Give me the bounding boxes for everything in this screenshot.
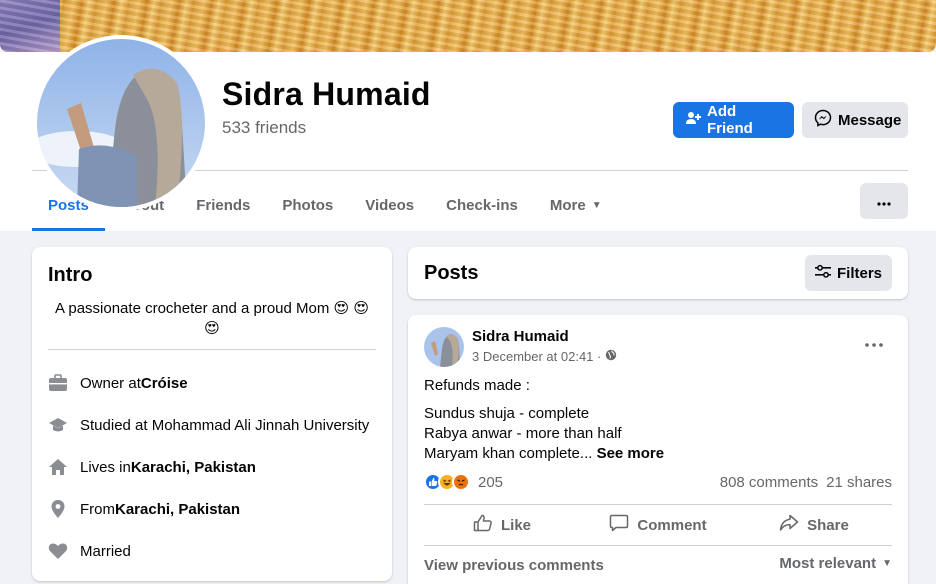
location-pin-icon bbox=[48, 499, 68, 519]
comment-bubble-icon bbox=[609, 514, 629, 536]
tab-friends-label: Friends bbox=[196, 196, 251, 214]
post-line-text: Maryam khan complete... bbox=[424, 445, 593, 462]
view-previous-comments-link[interactable]: View previous comments bbox=[424, 557, 604, 574]
post-author-avatar[interactable] bbox=[424, 327, 464, 367]
tab-videos[interactable]: Videos bbox=[349, 179, 430, 231]
profile-avatar[interactable] bbox=[33, 35, 209, 211]
posts-header-card: Posts Filters bbox=[408, 247, 908, 299]
post-author-name[interactable]: Sidra Humaid bbox=[472, 328, 569, 345]
profile-header: Sidra Humaid 533 friends Add Friend Mess… bbox=[0, 35, 936, 231]
posts-title: Posts bbox=[424, 262, 479, 284]
post-options-button[interactable] bbox=[862, 337, 886, 353]
post-actions-divider-bottom bbox=[424, 545, 892, 546]
shares-count[interactable]: 21 shares bbox=[826, 474, 892, 491]
post-line: Rabya anwar - more than half bbox=[424, 425, 622, 442]
angry-reaction-icon bbox=[452, 473, 470, 491]
post-stats: 808 comments 21 shares bbox=[720, 474, 892, 491]
post-line-last: Maryam khan complete... See more bbox=[424, 444, 664, 464]
intro-item-relationship-text: Married bbox=[80, 542, 131, 560]
profile-name: Sidra Humaid bbox=[222, 76, 431, 112]
filters-button[interactable]: Filters bbox=[805, 255, 892, 291]
add-friend-icon bbox=[685, 110, 701, 130]
post-body: Refunds made : Sundus shuja - complete R… bbox=[424, 376, 664, 464]
share-arrow-icon bbox=[779, 514, 799, 536]
reaction-count: 205 bbox=[478, 473, 504, 491]
reactions-summary[interactable]: 205 bbox=[424, 473, 503, 491]
comment-button[interactable]: Comment bbox=[580, 508, 736, 542]
filters-label: Filters bbox=[836, 264, 882, 282]
heart-icon bbox=[48, 541, 68, 561]
post-card: Sidra Humaid 3 December at 02:41 · Refun… bbox=[408, 315, 908, 584]
intro-item-education-text: Studied at Mohammad Ali Jinnah Universit… bbox=[80, 416, 370, 434]
post-line: Sundus shuja - complete bbox=[424, 405, 590, 422]
caret-down-icon: ▼ bbox=[882, 558, 892, 569]
message-label: Message bbox=[838, 111, 902, 129]
intro-card: Intro A passionate crocheter and a proud… bbox=[32, 247, 392, 581]
cover-photo-corner bbox=[0, 0, 60, 52]
tab-check-ins[interactable]: Check-ins bbox=[430, 179, 534, 231]
intro-bio: A passionate crocheter and a proud Mom 😍… bbox=[48, 299, 376, 339]
more-options-button[interactable] bbox=[860, 183, 908, 219]
intro-item-education: Studied at Mohammad Ali Jinnah Universit… bbox=[48, 415, 369, 435]
tab-photos[interactable]: Photos bbox=[266, 179, 349, 231]
ellipsis-icon bbox=[862, 340, 886, 357]
intro-item-from: From Karachi, Pakistan bbox=[48, 499, 240, 519]
comment-sort-label: Most relevant bbox=[779, 555, 877, 572]
intro-bio-text: A passionate crocheter and a proud Mom bbox=[55, 300, 330, 317]
friends-count[interactable]: 533 friends bbox=[222, 118, 306, 138]
intro-item-from-link[interactable]: Karachi, Pakistan bbox=[115, 501, 240, 518]
intro-divider bbox=[48, 349, 376, 350]
intro-item-work: Owner at Cróise bbox=[48, 373, 188, 393]
messenger-icon bbox=[814, 109, 832, 131]
tab-more[interactable]: More ▼ bbox=[534, 179, 618, 231]
comment-sort-dropdown[interactable]: Most relevant ▼ bbox=[779, 555, 892, 572]
tab-friends[interactable]: Friends bbox=[180, 179, 266, 231]
add-friend-label: Add Friend bbox=[707, 103, 753, 137]
tab-more-label: More bbox=[549, 196, 586, 214]
intro-item-work-link[interactable]: Cróise bbox=[141, 375, 188, 392]
intro-item-work-prefix: Owner at bbox=[80, 374, 141, 392]
comment-label: Comment bbox=[637, 516, 707, 534]
filters-icon bbox=[814, 264, 831, 282]
intro-item-relationship: Married bbox=[48, 541, 131, 561]
intro-item-from-prefix: From bbox=[80, 500, 115, 518]
post-meta: 3 December at 02:41 · bbox=[472, 349, 617, 364]
tab-check-ins-label: Check-ins bbox=[446, 196, 518, 214]
thumbs-up-icon bbox=[473, 514, 493, 536]
globe-icon bbox=[605, 349, 617, 364]
tab-photos-label: Photos bbox=[282, 196, 334, 214]
briefcase-icon bbox=[48, 373, 68, 393]
tab-videos-label: Videos bbox=[365, 196, 415, 214]
comments-count[interactable]: 808 comments bbox=[720, 474, 818, 491]
message-button[interactable]: Message bbox=[802, 102, 908, 138]
intro-item-lives-link[interactable]: Karachi, Pakistan bbox=[131, 459, 256, 476]
see-more-link[interactable]: See more bbox=[597, 445, 665, 462]
post-timestamp[interactable]: 3 December at 02:41 · bbox=[472, 349, 601, 364]
post-actions-divider-top bbox=[424, 504, 892, 505]
intro-item-lives: Lives in Karachi, Pakistan bbox=[48, 457, 256, 477]
add-friend-button[interactable]: Add Friend bbox=[673, 102, 794, 138]
intro-title: Intro bbox=[48, 264, 93, 286]
graduation-cap-icon bbox=[48, 415, 68, 435]
share-label: Share bbox=[807, 516, 849, 534]
post-actions: Like Comment Share bbox=[424, 508, 892, 542]
post-line: Refunds made : bbox=[424, 377, 530, 394]
ellipsis-icon bbox=[877, 193, 891, 210]
caret-down-icon: ▼ bbox=[591, 199, 602, 211]
home-icon bbox=[48, 457, 68, 477]
like-button[interactable]: Like bbox=[424, 508, 580, 542]
intro-item-lives-prefix: Lives in bbox=[80, 458, 131, 476]
like-label: Like bbox=[500, 516, 531, 534]
share-button[interactable]: Share bbox=[736, 508, 892, 542]
